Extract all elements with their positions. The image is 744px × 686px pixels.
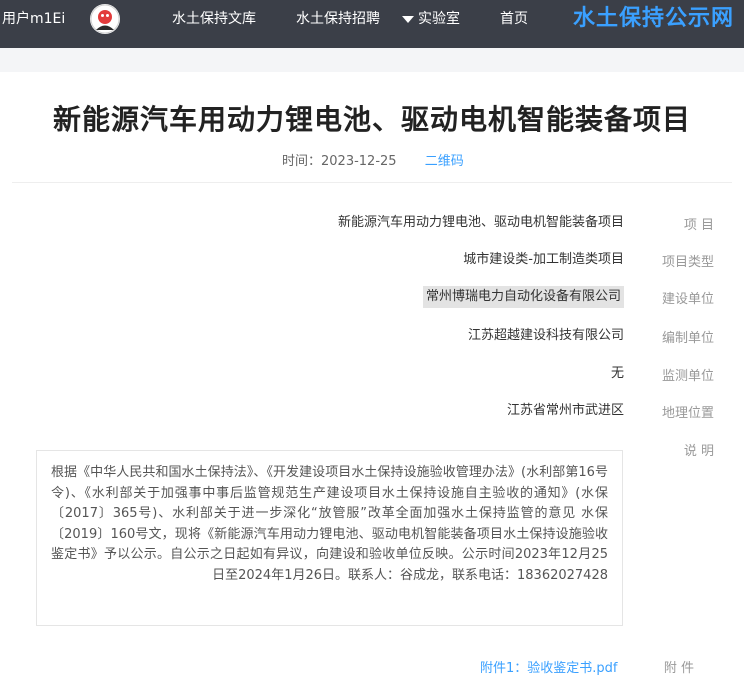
site-logo[interactable]: 水土保持公示网 [573, 4, 734, 34]
field-value: 江苏省常州市武进区 [506, 403, 624, 418]
field-row-builder: 建设单位 常州博瑞电力自动化设备有限公司 [0, 286, 744, 310]
user-avatar-icon [90, 4, 120, 34]
description-box: 根据《中华人民共和国水土保持法》、《开发建设项目水土保持设施验收管理办法》(水利… [36, 450, 623, 626]
page-title: 新能源汽车用动力锂电池、驱动电机智能装备项目 [52, 103, 691, 136]
qrcode-link[interactable]: 二维码 [425, 154, 464, 169]
field-label: 项目类型 [661, 255, 714, 270]
field-label: 编制单位 [661, 331, 714, 346]
nav-library-link[interactable]: 水土保持文库 [172, 8, 256, 30]
field-label: 地理位置 [661, 406, 714, 421]
attachment-link[interactable]: 附件1：验收鉴定书.pdf [480, 657, 617, 676]
field-value-highlighted: 常州博瑞电力自动化设备有限公司 [422, 286, 624, 308]
field-value: 无 [610, 366, 624, 381]
field-row-location: 地理位置 江苏省常州市武进区 [0, 400, 744, 424]
field-row-monitor: 监测单位 无 [0, 363, 744, 387]
divider [12, 182, 732, 183]
field-label: 说 明 [683, 444, 714, 459]
description-text: 根据《中华人民共和国水土保持法》、《开发建设项目水土保持设施验收管理办法》(水利… [51, 465, 608, 583]
page-spacer [0, 48, 744, 72]
article-content: 新能源汽车用动力锂电池、驱动电机智能装备项目 时间：2023-12-25 二维码… [0, 72, 744, 686]
field-row-type: 项目类型 城市建设类-加工制造类项目 [0, 249, 744, 273]
article-meta: 时间：2023-12-25 二维码 [282, 150, 464, 169]
field-value: 新能源汽车用动力锂电池、驱动电机智能装备项目 [337, 215, 624, 230]
chevron-down-icon [402, 15, 414, 23]
nav-lab-dropdown[interactable]: 实验室 [402, 8, 460, 30]
field-label: 监测单位 [661, 369, 714, 384]
attachment-label: 附 件 [663, 661, 694, 676]
top-navbar: 水土保持公示网 首页 实验室 水土保持招聘 水土保持文库 用户m1Ei [0, 0, 744, 48]
publish-time: 时间：2023-12-25 [282, 154, 397, 169]
field-value: 城市建设类-加工制造类项目 [463, 252, 624, 267]
username-link[interactable]: 用户m1Ei [2, 8, 65, 30]
avatar[interactable] [90, 4, 120, 34]
field-row-project: 项 目 新能源汽车用动力锂电池、驱动电机智能装备项目 [0, 212, 744, 236]
field-value: 江苏超越建设科技有限公司 [467, 328, 624, 343]
field-label: 建设单位 [661, 292, 714, 307]
field-label: 项 目 [683, 218, 714, 233]
nav-home-link[interactable]: 首页 [500, 8, 528, 30]
nav-lab-label: 实验室 [418, 11, 460, 27]
nav-recruit-link[interactable]: 水土保持招聘 [296, 8, 380, 30]
field-row-editor: 编制单位 江苏超越建设科技有限公司 [0, 325, 744, 349]
